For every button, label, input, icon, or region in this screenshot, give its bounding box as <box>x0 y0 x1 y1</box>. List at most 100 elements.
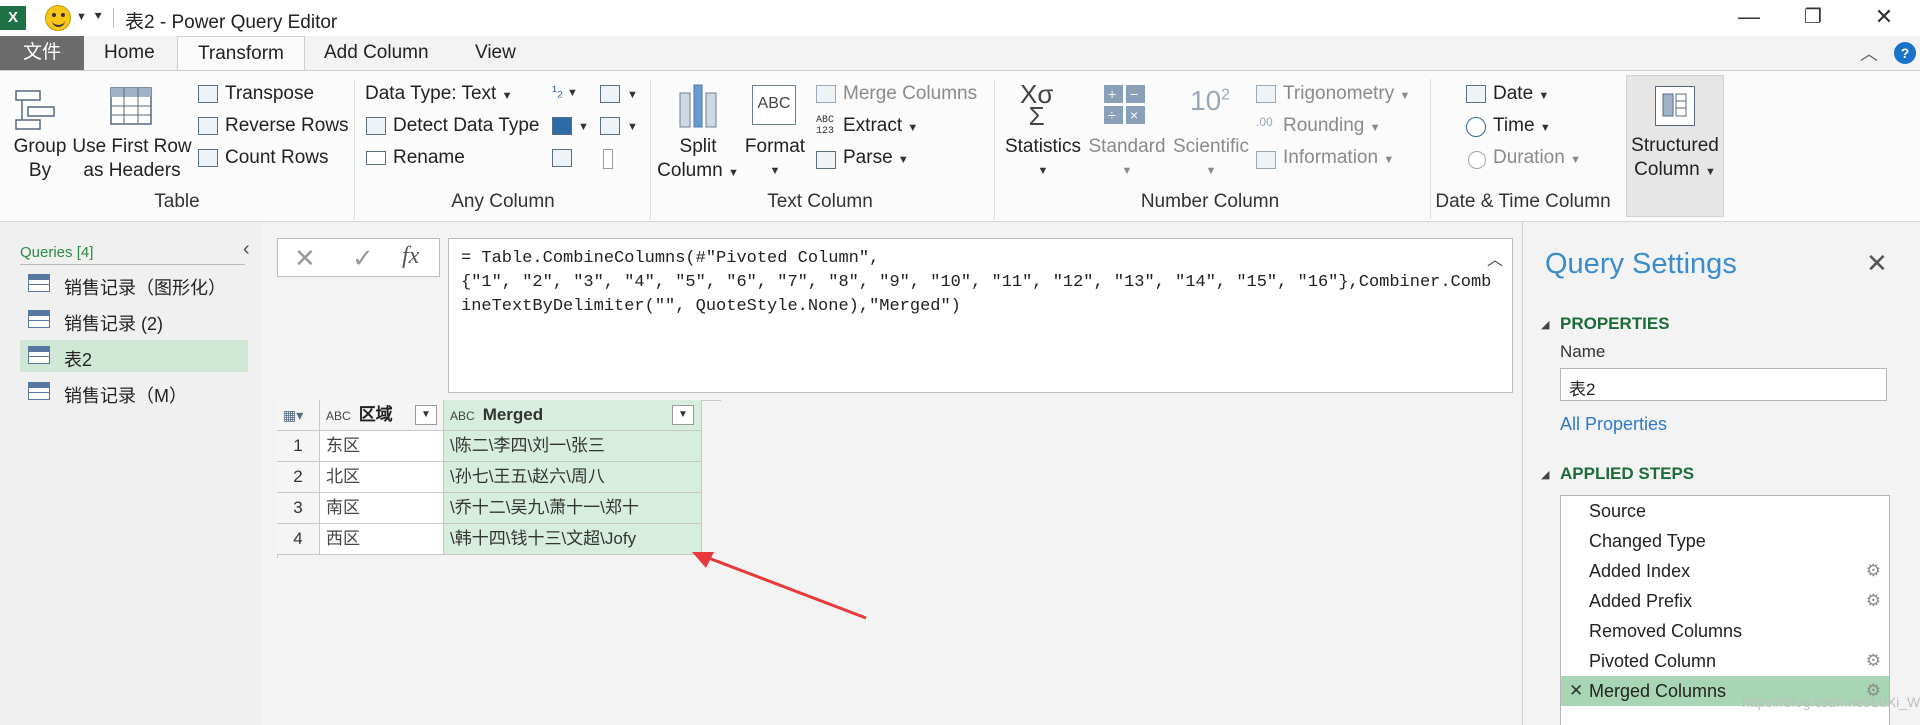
convert-to-list-icon[interactable] <box>552 149 572 167</box>
tab-add-column[interactable]: Add Column <box>304 36 449 70</box>
tab-view[interactable]: View <box>455 36 536 70</box>
gear-icon[interactable]: ⚙ <box>1866 556 1881 586</box>
query-item-label: 表2 <box>64 350 93 370</box>
table-cell[interactable]: \乔十二\吴九\萧十一\郑十 <box>444 493 702 524</box>
structured-column-label-1: Structured <box>1631 135 1719 156</box>
all-properties-link[interactable]: All Properties <box>1560 414 1667 435</box>
merge-columns-button[interactable]: Merge Columns <box>843 83 977 105</box>
text-type-icon[interactable]: ABC <box>326 409 351 423</box>
filter-dropdown-button[interactable]: ▼ <box>672 405 694 425</box>
split-column-button[interactable]: Split Column ▼ <box>655 135 741 185</box>
gear-icon[interactable]: ⚙ <box>1866 646 1881 676</box>
parse-dropdown[interactable]: Parse ▼ <box>843 147 909 169</box>
column-header-label: Merged <box>482 405 544 424</box>
query-item-selected[interactable]: 表2 <box>20 340 248 372</box>
table-cell[interactable]: \陈二\李四\刘一\张三 <box>444 431 702 462</box>
format-label: Format <box>744 136 806 157</box>
commit-formula-button[interactable]: ✓ <box>352 243 374 274</box>
customize-toolbar-icon[interactable]: ⯆ <box>93 9 103 25</box>
step-item[interactable]: Source <box>1561 496 1889 526</box>
close-settings-button[interactable]: ✕ <box>1866 248 1888 279</box>
extract-icon-top: ABC <box>816 115 835 126</box>
query-item[interactable]: 销售记录（图形化） <box>20 268 248 300</box>
table-cell[interactable]: 南区 <box>320 493 444 524</box>
minimize-button[interactable]: — <box>1734 4 1764 30</box>
structured-column-label: Structured Column ▼ <box>1627 134 1723 184</box>
divider <box>20 264 245 265</box>
time-dropdown[interactable]: Time ▼ <box>1493 115 1551 137</box>
detect-data-type-button[interactable]: Detect Data Type <box>393 115 539 137</box>
text-type-icon[interactable]: ABC <box>450 409 475 423</box>
first-row-headers-icon <box>110 87 154 127</box>
parse-label: Parse <box>843 147 893 168</box>
table-cell[interactable]: 西区 <box>320 524 444 555</box>
count-rows-button[interactable]: Count Rows <box>225 147 329 169</box>
move-column-icon[interactable] <box>600 117 620 135</box>
information-dropdown[interactable]: Information ▼ <box>1283 147 1394 169</box>
step-item[interactable]: Added Index ⚙ <box>1561 556 1889 586</box>
trigonometry-dropdown[interactable]: Trigonometry ▼ <box>1283 83 1410 105</box>
query-item[interactable]: 销售记录 (2) <box>20 304 248 336</box>
name-field[interactable]: 表2 <box>1560 368 1887 401</box>
chevron-down-icon: ▼ <box>578 121 589 133</box>
table-menu-button[interactable]: ▦▾ <box>277 400 320 431</box>
chevron-down-icon: ▼ <box>627 121 638 133</box>
table-cell[interactable]: 东区 <box>320 431 444 462</box>
chevron-down-icon[interactable]: ▼ <box>76 11 87 23</box>
tab-home[interactable]: Home <box>84 36 175 70</box>
scientific-button[interactable]: Scientific ▼ <box>1168 135 1254 183</box>
step-item[interactable]: Pivoted Column ⚙ <box>1561 646 1889 676</box>
column-header-merged[interactable]: ABC Merged ▼ <box>444 400 702 431</box>
date-dropdown[interactable]: Date ▼ <box>1493 83 1549 105</box>
standard-button[interactable]: Standard ▼ <box>1084 135 1170 183</box>
table-cell[interactable]: \韩十四\钱十三\文超\Jofy <box>444 524 702 555</box>
gear-icon[interactable]: ⚙ <box>1866 586 1881 616</box>
collapse-ribbon-icon[interactable]: ︿ <box>1860 40 1878 66</box>
restore-button[interactable]: ❐ <box>1798 4 1828 29</box>
unpivot-icon[interactable] <box>600 85 620 103</box>
tab-transform[interactable]: Transform <box>177 36 305 70</box>
chevron-up-icon[interactable]: ︿ <box>1487 246 1503 270</box>
close-button[interactable]: ✕ <box>1869 4 1899 30</box>
transpose-button[interactable]: Transpose <box>225 83 314 105</box>
pivot-column-icon[interactable] <box>603 149 613 169</box>
replace-values-icon[interactable]: ¹₂ ▼ <box>552 83 578 100</box>
tab-file[interactable]: 文件 <box>0 36 84 70</box>
help-button[interactable]: ? <box>1894 42 1916 64</box>
smiley-feedback-icon[interactable] <box>45 5 71 31</box>
step-label: Added Index <box>1589 561 1691 581</box>
group-by-button[interactable]: Group By <box>12 135 68 183</box>
step-label: Removed Columns <box>1589 621 1743 641</box>
structured-column-button[interactable]: Structured Column ▼ <box>1626 75 1724 217</box>
rename-button[interactable]: Rename <box>393 147 465 169</box>
cancel-formula-button[interactable]: ✕ <box>294 243 316 274</box>
filter-dropdown-button[interactable]: ▼ <box>415 405 437 425</box>
table-cell[interactable]: 北区 <box>320 462 444 493</box>
formula-bar-buttons: ✕ ✓ fx <box>277 238 440 277</box>
delete-step-icon[interactable]: ✕ <box>1569 676 1583 706</box>
reverse-rows-button[interactable]: Reverse Rows <box>225 115 349 137</box>
use-first-row-as-headers-button[interactable]: Use First Row as Headers <box>70 135 194 183</box>
extract-dropdown[interactable]: Extract ▼ <box>843 115 918 137</box>
chevron-down-icon: ▼ <box>627 89 638 101</box>
formula-bar-input[interactable]: = Table.CombineColumns(#"Pivoted Column"… <box>448 238 1513 393</box>
collapse-pane-icon[interactable]: ‹ <box>243 238 250 261</box>
format-button[interactable]: Format ▼ <box>744 135 806 183</box>
step-item[interactable]: Added Prefix ⚙ <box>1561 586 1889 616</box>
query-item[interactable]: 销售记录（M） <box>20 376 248 408</box>
statistics-button[interactable]: Statistics ▼ <box>1000 135 1086 183</box>
rounding-dropdown[interactable]: Rounding ▼ <box>1283 115 1381 137</box>
table-cell[interactable]: \孙七\王五\赵六\周八 <box>444 462 702 493</box>
scientific-icon-base: 10 <box>1190 85 1222 116</box>
trigonometry-label: Trigonometry <box>1283 83 1395 104</box>
duration-dropdown[interactable]: Duration ▼ <box>1493 147 1581 169</box>
group-label-table: Table <box>154 191 200 212</box>
fx-icon[interactable]: fx <box>402 243 419 270</box>
fill-down-icon[interactable] <box>552 117 572 135</box>
collapse-triangle-icon[interactable]: ◢ <box>1541 318 1549 331</box>
step-item[interactable]: Removed Columns <box>1561 616 1889 646</box>
column-header-region[interactable]: ABC 区域 ▼ <box>320 400 444 431</box>
data-type-dropdown[interactable]: Data Type: Text ▼ <box>365 83 513 105</box>
step-item[interactable]: Changed Type <box>1561 526 1889 556</box>
collapse-triangle-icon[interactable]: ◢ <box>1541 468 1549 481</box>
